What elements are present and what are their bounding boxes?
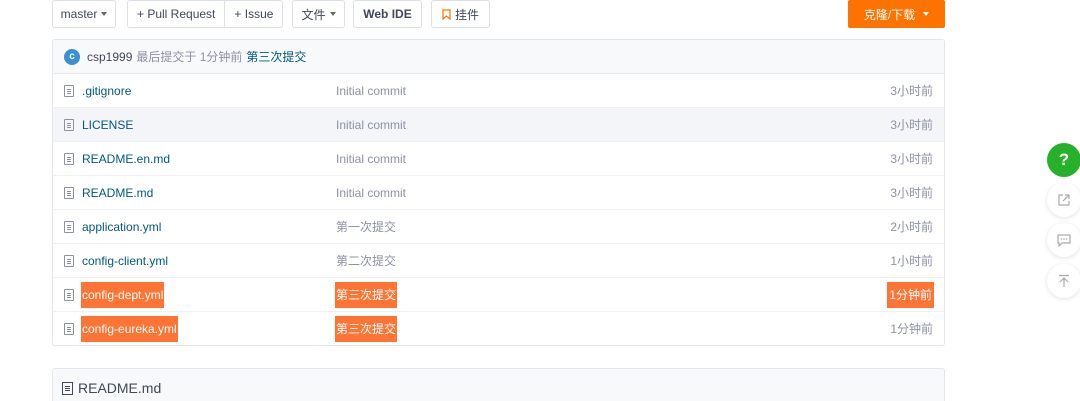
commit-time: 1小时前 xyxy=(890,254,933,268)
avatar[interactable]: c xyxy=(64,48,80,65)
commit-message-link[interactable]: Initial commit xyxy=(335,151,407,168)
file-row[interactable]: config-eureka.yml 第三次提交 1分钟前 xyxy=(53,312,944,345)
commit-time: 3小时前 xyxy=(890,152,933,166)
book-icon xyxy=(62,381,73,395)
readme-panel: README.md xyxy=(52,368,945,401)
commit-message-link[interactable]: 第一次提交 xyxy=(335,219,397,236)
help-label: ? xyxy=(1058,150,1070,169)
commit-time: 3小时前 xyxy=(890,186,933,200)
file-icon xyxy=(64,289,74,301)
file-name-link[interactable]: config-client.yml xyxy=(81,253,169,270)
chevron-down-icon xyxy=(101,12,108,16)
file-icon xyxy=(64,153,74,165)
file-name-link[interactable]: config-dept.yml xyxy=(81,282,165,308)
file-name-link[interactable]: .gitignore xyxy=(81,83,132,100)
commit-time: 2小时前 xyxy=(890,220,933,234)
commit-meta: 最后提交于 1分钟前 xyxy=(136,50,243,64)
file-name-link[interactable]: LICENSE xyxy=(81,117,134,134)
file-list: c csp1999 最后提交于 1分钟前 第三次提交 .gitignore In… xyxy=(52,39,945,346)
help-button[interactable]: ? xyxy=(1047,143,1080,177)
commit-message-link[interactable]: 第三次提交 xyxy=(335,316,398,342)
arrow-up-icon xyxy=(1059,274,1069,287)
commit-author[interactable]: csp1999 xyxy=(87,50,132,64)
clone-download-button[interactable]: 克隆/下载 xyxy=(848,0,945,28)
issue-button[interactable]: + Issue xyxy=(225,0,284,28)
bookmark-button[interactable]: 挂件 xyxy=(431,0,490,28)
commit-message-link[interactable]: 第三次提交 xyxy=(246,48,306,65)
file-row[interactable]: README.en.md Initial commit 3小时前 xyxy=(53,142,944,176)
commit-time: 1分钟前 xyxy=(887,282,934,308)
commit-message-link[interactable]: Initial commit xyxy=(335,185,407,202)
commit-message-link[interactable]: Initial commit xyxy=(335,117,407,134)
comment-icon xyxy=(1057,233,1071,247)
branch-select[interactable]: master xyxy=(52,0,116,28)
readme-header: README.md xyxy=(62,380,161,396)
commit-time: 3小时前 xyxy=(890,118,933,132)
file-name-link[interactable]: README.en.md xyxy=(81,151,171,168)
share-button[interactable] xyxy=(1047,183,1080,217)
file-row[interactable]: config-dept.yml 第三次提交 1分钟前 xyxy=(53,278,944,312)
commit-time: 3小时前 xyxy=(890,84,933,98)
pull-request-button[interactable]: + Pull Request xyxy=(127,0,226,28)
file-name-link[interactable]: application.yml xyxy=(81,219,162,236)
web-ide-button[interactable]: Web IDE xyxy=(353,0,422,28)
file-name-link[interactable]: README.md xyxy=(81,185,154,202)
file-row[interactable]: config-client.yml 第二次提交 1小时前 xyxy=(53,244,944,278)
web-ide-label: Web IDE xyxy=(363,7,412,21)
file-row[interactable]: LICENSE Initial commit 3小时前 xyxy=(53,108,944,142)
file-icon xyxy=(64,255,74,267)
commit-time: 1分钟前 xyxy=(890,322,933,336)
bookmark-icon xyxy=(442,8,451,20)
file-icon xyxy=(64,187,74,199)
commit-message-link[interactable]: Initial commit xyxy=(335,83,407,100)
readme-title: README.md xyxy=(78,380,162,396)
chevron-down-icon xyxy=(923,12,930,16)
commit-message-link[interactable]: 第三次提交 xyxy=(335,282,398,308)
file-icon xyxy=(64,323,74,335)
file-name-link[interactable]: config-eureka.yml xyxy=(81,316,178,342)
feedback-button[interactable] xyxy=(1047,223,1080,257)
back-to-top-button[interactable] xyxy=(1047,264,1080,298)
bookmark-label: 挂件 xyxy=(454,7,479,22)
branch-label: master xyxy=(60,7,98,21)
file-row[interactable]: README.md Initial commit 3小时前 xyxy=(53,176,944,210)
files-label: 文件 xyxy=(301,7,326,22)
file-icon xyxy=(64,119,74,131)
commit-message-link[interactable]: 第二次提交 xyxy=(335,253,397,270)
pr-issue-group: + Pull Request + Issue xyxy=(127,0,284,28)
chevron-down-icon xyxy=(329,12,336,16)
clone-label: 克隆/下载 xyxy=(863,7,916,22)
file-row[interactable]: .gitignore Initial commit 3小时前 xyxy=(53,74,944,108)
file-icon xyxy=(64,85,74,97)
share-icon xyxy=(1058,194,1070,206)
last-commit-bar: c csp1999 最后提交于 1分钟前 第三次提交 xyxy=(53,40,944,74)
files-dropdown[interactable]: 文件 xyxy=(292,0,345,28)
file-row[interactable]: application.yml 第一次提交 2小时前 xyxy=(53,210,944,244)
file-icon xyxy=(64,221,74,233)
